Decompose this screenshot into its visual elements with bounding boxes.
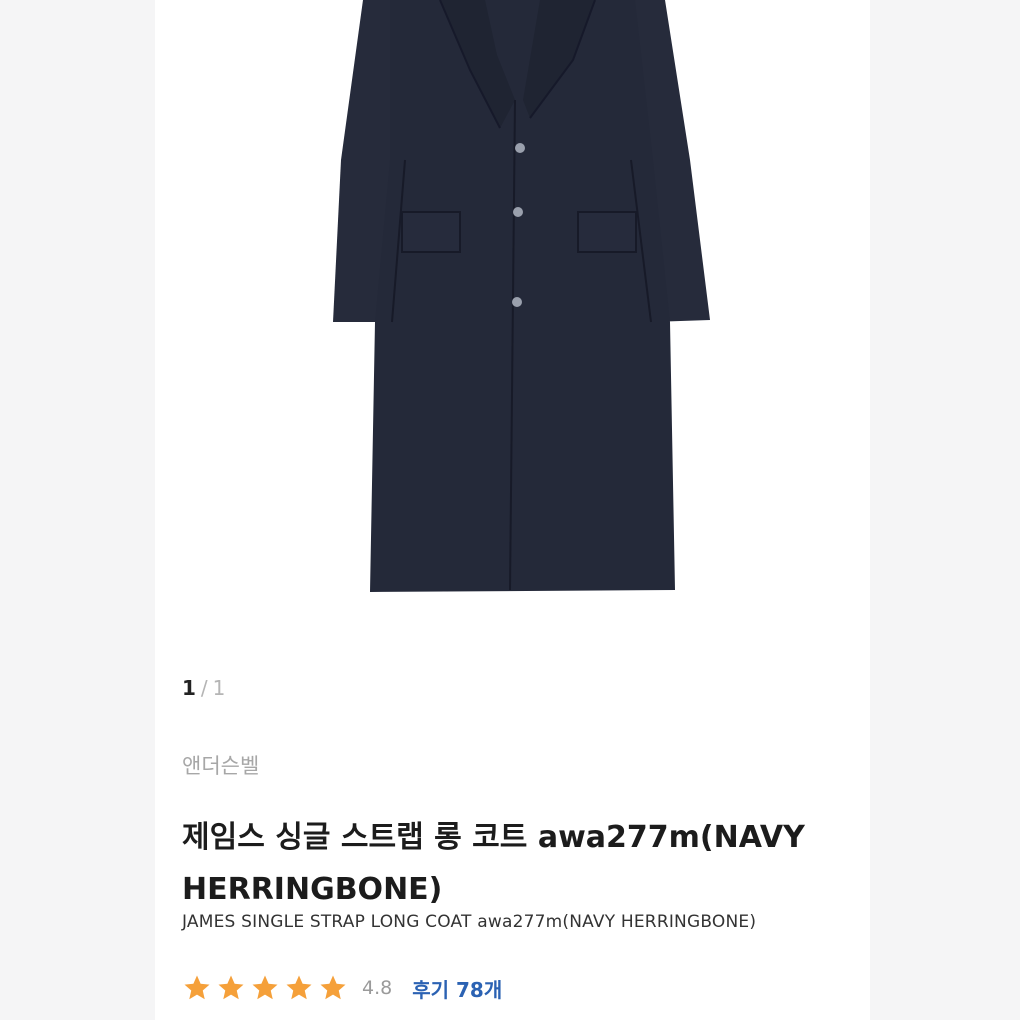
star-icon (320, 975, 346, 1000)
rating-row: 4.8 후기 78개 (182, 970, 502, 1006)
star-icon (218, 975, 244, 1000)
product-title: 제임스 싱글 스트랩 롱 코트 awa277m(NAVY HERRINGBONE… (182, 820, 805, 907)
right-margin (870, 0, 1020, 1020)
product-subtitle: JAMES SINGLE STRAP LONG COAT awa277m(NAV… (182, 912, 757, 932)
product-panel: 1/1 앤더슨벨 제임스 싱글 스트랩 롱 코트 awa277m(NAVY HE… (155, 0, 870, 1020)
rating-value: 4.8 (362, 977, 393, 999)
star-icon (252, 975, 278, 1000)
review-count-link[interactable]: 후기 78개 (412, 974, 502, 1003)
star-icon (184, 975, 210, 1000)
pager-current: 1 (182, 676, 197, 700)
brand-name[interactable]: 앤더슨벨 (182, 750, 259, 780)
product-image[interactable] (155, 0, 870, 650)
image-pager: 1/1 (182, 676, 226, 700)
left-margin (0, 0, 155, 1020)
star-icon (286, 975, 312, 1000)
pager-separator: / (200, 676, 209, 700)
coat-illustration (333, 0, 710, 592)
rating-stars (182, 973, 348, 1003)
pager-total: 1 (212, 676, 227, 700)
